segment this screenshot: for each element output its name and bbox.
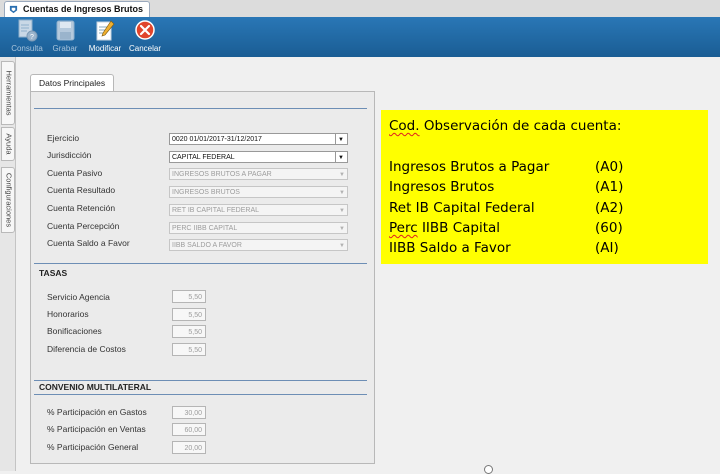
- participacion-gastos-field[interactable]: 30,00: [172, 406, 206, 419]
- cuenta-retencion-label: Cuenta Retención: [47, 203, 116, 213]
- note-title: Cod. Observación de cada cuenta:: [389, 118, 621, 134]
- note-title-part-a: Cod.: [389, 118, 420, 134]
- cuenta-pasivo-value: INGRESOS BRUTOS A PAGAR: [172, 171, 272, 178]
- cuenta-resultado-value: INGRESOS BRUTOS: [172, 189, 240, 196]
- toolbar: ? Consulta Grabar Modificar Cancelar: [0, 17, 720, 57]
- servicio-agencia-field[interactable]: 5,50: [172, 290, 206, 303]
- diferencia-costos-field[interactable]: 5,50: [172, 343, 206, 356]
- cuenta-retencion-value: RET IB CAPITAL FEDERAL: [172, 207, 260, 214]
- datos-principales-panel: Ejercicio 0020 01/01/2017-31/12/2017 ▼ Ju…: [30, 91, 375, 464]
- cuenta-pasivo-select[interactable]: INGRESOS BRUTOS A PAGAR ▼: [169, 168, 348, 180]
- cancelar-button[interactable]: Cancelar: [127, 19, 163, 55]
- ejercicio-select[interactable]: 0020 01/01/2017-31/12/2017 ▼: [169, 133, 348, 145]
- note-item-name: Perc IIBB Capital: [389, 220, 500, 236]
- note-item-name: Ret IB Capital Federal: [389, 200, 535, 216]
- participacion-general-field[interactable]: 20,00: [172, 441, 206, 454]
- honorarios-label: Honorarios: [47, 309, 89, 319]
- participacion-general-label: % Participación General: [47, 442, 139, 452]
- note-item-code: (AI): [595, 240, 619, 256]
- participacion-ventas-field[interactable]: 60,00: [172, 423, 206, 436]
- svg-text:?: ?: [30, 34, 34, 41]
- participacion-gastos-label: % Participación en Gastos: [47, 407, 147, 417]
- tab-datos-principales-label: Datos Principales: [39, 78, 106, 88]
- chevron-down-icon: ▼: [335, 152, 347, 162]
- cancelar-label: Cancelar: [128, 44, 161, 53]
- note-title-part-b: Observación de cada cuenta:: [419, 118, 622, 134]
- divider: [34, 108, 367, 109]
- query-icon: ?: [18, 19, 38, 42]
- cuenta-saldo-favor-label: Cuenta Saldo a Favor: [47, 238, 130, 248]
- note-item-name: Ingresos Brutos a Pagar: [389, 159, 550, 175]
- app-icon: [9, 5, 18, 14]
- side-tab-ayuda[interactable]: Ayuda: [1, 127, 15, 161]
- diferencia-costos-label: Diferencia de Costos: [47, 344, 126, 354]
- note-item-code: (A2): [595, 200, 624, 216]
- chevron-down-icon: ▼: [339, 208, 345, 214]
- note-item-name: Ingresos Brutos: [389, 179, 495, 195]
- jurisdiccion-select[interactable]: CAPITAL FEDERAL ▼: [169, 151, 348, 163]
- cuenta-saldo-favor-select[interactable]: IIBB SALDO A FAVOR ▼: [169, 239, 348, 251]
- consulta-button[interactable]: ? Consulta: [8, 19, 46, 55]
- bonificaciones-label: Bonificaciones: [47, 326, 102, 336]
- chevron-down-icon: ▼: [339, 243, 345, 249]
- chevron-down-icon: ▼: [339, 226, 345, 232]
- cuenta-pasivo-label: Cuenta Pasivo: [47, 168, 103, 178]
- side-tab-configuraciones[interactable]: Configuraciones: [1, 167, 15, 233]
- divider: [34, 263, 367, 264]
- cuenta-resultado-label: Cuenta Resultado: [47, 185, 116, 195]
- cuenta-percepcion-select[interactable]: PERC IIBB CAPITAL ▼: [169, 222, 348, 234]
- document-tab[interactable]: Cuentas de Ingresos Brutos: [4, 1, 151, 17]
- grabar-label: Grabar: [52, 44, 78, 53]
- tab-datos-principales[interactable]: Datos Principales: [30, 74, 115, 92]
- modificar-label: Modificar: [88, 44, 122, 53]
- scroll-handle[interactable]: [484, 465, 493, 474]
- ejercicio-label: Ejercicio: [47, 133, 80, 143]
- honorarios-field[interactable]: 5,50: [172, 308, 206, 321]
- jurisdiccion-label: Jurisdicción: [47, 150, 92, 160]
- account-codes-note: Cod. Observación de cada cuenta: Ingreso…: [381, 110, 708, 264]
- document-tab-label: Cuentas de Ingresos Brutos: [23, 4, 144, 14]
- servicio-agencia-label: Servicio Agencia: [47, 292, 110, 302]
- convenio-section-title: CONVENIO MULTILATERAL: [39, 382, 152, 392]
- chevron-down-icon: ▼: [335, 134, 347, 144]
- note-item-code: (A1): [595, 179, 624, 195]
- divider: [34, 380, 367, 381]
- consulta-label: Consulta: [11, 44, 43, 53]
- ejercicio-value: 0020 01/01/2017-31/12/2017: [172, 136, 262, 143]
- tasas-section-title: TASAS: [39, 268, 68, 278]
- title-bar: Cuentas de Ingresos Brutos: [0, 0, 720, 18]
- modificar-button[interactable]: Modificar: [85, 19, 125, 55]
- jurisdiccion-value: CAPITAL FEDERAL: [172, 154, 235, 161]
- side-tab-configuraciones-label: Configuraciones: [4, 172, 14, 228]
- cuenta-retencion-select[interactable]: RET IB CAPITAL FEDERAL ▼: [169, 204, 348, 216]
- cuenta-percepcion-value: PERC IIBB CAPITAL: [172, 225, 238, 232]
- edit-icon: [96, 20, 115, 41]
- note-item-name-part-a: Perc: [389, 220, 418, 236]
- divider: [34, 394, 367, 395]
- note-item-name-part-b: IIBB Capital: [417, 220, 501, 236]
- chevron-down-icon: ▼: [339, 190, 345, 196]
- grabar-button[interactable]: Grabar: [48, 19, 82, 55]
- cuenta-resultado-select[interactable]: INGRESOS BRUTOS ▼: [169, 186, 348, 198]
- cuenta-saldo-favor-value: IIBB SALDO A FAVOR: [172, 242, 242, 249]
- save-icon: [56, 20, 75, 41]
- chevron-down-icon: ▼: [339, 172, 345, 178]
- note-item-name: IIBB Saldo a Favor: [389, 240, 511, 256]
- cuenta-percepcion-label: Cuenta Percepción: [47, 221, 120, 231]
- participacion-ventas-label: % Participación en Ventas: [47, 424, 146, 434]
- note-item-code: (60): [595, 220, 623, 236]
- side-panel-strip: Herramientas Ayuda Configuraciones: [0, 57, 16, 471]
- note-item-code: (A0): [595, 159, 624, 175]
- cancel-icon: [135, 20, 155, 40]
- bonificaciones-field[interactable]: 5,50: [172, 325, 206, 338]
